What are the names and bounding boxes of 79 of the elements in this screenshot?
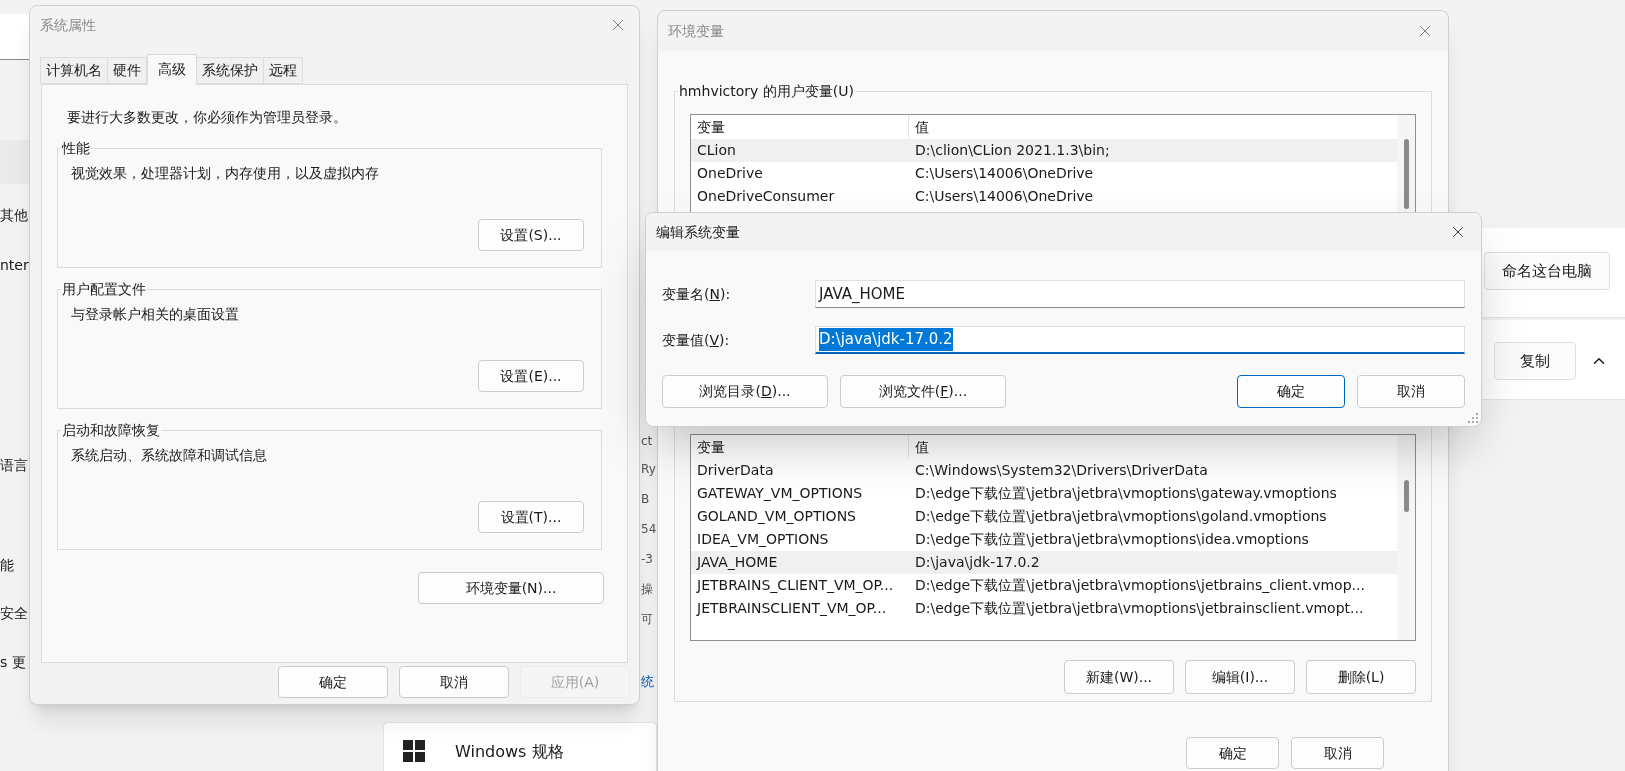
column-header[interactable]: 值 (909, 115, 1397, 139)
variable-value: D:\edge下载位置\jetbra\jetbra\vmoptions\idea.vmoptions (914, 530, 1310, 549)
spec-text: -3 (641, 551, 653, 568)
copy-button[interactable]: 复制 (1494, 342, 1576, 380)
dialog-button[interactable]: 确定 (278, 666, 388, 698)
resize-grip-icon[interactable] (1468, 413, 1478, 423)
settings-button[interactable]: 设置(S)... (478, 219, 584, 251)
group-description: 与登录帐户相关的桌面设置 (71, 305, 240, 324)
sidebar-text: s 更 (0, 653, 26, 672)
field-label: 变量名(N): (662, 284, 732, 304)
group-title: hmhvictory 的用户变量(U) (678, 81, 855, 101)
variable-row[interactable]: JAVA_HOME D:\java\jdk-17.0.2 (691, 551, 1397, 574)
variable-name: GOLAND_VM_OPTIONS (696, 507, 857, 526)
link-text[interactable]: 统 (641, 672, 654, 692)
input-field[interactable]: D:\java\jdk-17.0.2 (815, 326, 1465, 354)
scrollbar[interactable] (1397, 435, 1415, 640)
spec-text: B (641, 491, 650, 508)
spec-card-title: Windows 规格 (455, 741, 564, 763)
tab[interactable]: 高级 (147, 54, 197, 85)
variable-name: IDEA_VM_OPTIONS (696, 530, 830, 549)
variable-row[interactable]: CLion D:\clion\CLion 2021.1.3\bin; (691, 139, 1397, 162)
group-title: 性能 (61, 138, 91, 158)
variable-value: D:\edge下载位置\jetbra\jetbra\vmoptions\jetbrains_client.vmop... (914, 576, 1366, 595)
variable-value: C:\Windows\System32\Drivers\DriverData (914, 461, 1209, 480)
settings-button[interactable]: 设置(E)... (478, 360, 584, 392)
field-label: 变量值(V): (662, 330, 731, 350)
variable-name: JAVA_HOME (695, 553, 779, 572)
sidebar-text: 能 (0, 556, 14, 575)
variable-value: D:\edge下载位置\jetbra\jetbra\vmoptions\jetbrainsclient.vmopt... (914, 599, 1365, 618)
group-description: 视觉效果，处理器计划，内存使用，以及虚拟内存 (71, 164, 380, 183)
list-action-button[interactable]: 删除(L) (1306, 660, 1416, 694)
sidebar-text: 安全 (0, 604, 28, 623)
variable-name: CLion (696, 141, 737, 160)
variable-name: OneDrive (696, 164, 764, 183)
tab[interactable]: 远程 (263, 57, 303, 84)
spec-text: 操 (641, 581, 653, 598)
input-field[interactable]: JAVA_HOME (815, 280, 1465, 308)
list-action-button[interactable]: 新建(W)... (1064, 660, 1174, 694)
settings-button[interactable]: 设置(T)... (478, 501, 584, 533)
tab[interactable]: 系统保护 (196, 57, 264, 84)
dialog-button[interactable]: 取消 (399, 666, 509, 698)
tab[interactable]: 硬件 (107, 57, 147, 84)
window-title: 系统属性 (40, 15, 96, 35)
sidebar-text: 语言 (0, 456, 28, 475)
group-title: 启动和故障恢复 (61, 420, 161, 440)
spec-text: ct (641, 433, 653, 450)
windows-logo-icon (403, 740, 425, 762)
variable-name: JETBRAINSCLIENT_VM_OP... (695, 599, 888, 618)
variable-name: JETBRAINS_CLIENT_VM_OP... (695, 576, 895, 595)
variable-name: DriverData (696, 461, 775, 480)
group-description: 系统启动、系统故障和调试信息 (71, 446, 268, 465)
spec-text: 可 (641, 611, 653, 628)
dialog-button[interactable]: 确定 (1186, 737, 1279, 769)
variable-value: C:\Users\14006\OneDrive (914, 164, 1095, 183)
spec-text: 54 (641, 521, 657, 538)
dialog-button[interactable]: 确定 (1237, 375, 1345, 408)
spec-text: Ry (641, 461, 656, 478)
dialog-button[interactable]: 取消 (1357, 375, 1465, 408)
variable-value: C:\Users\14006\OneDrive (914, 187, 1095, 206)
window-title: 环境变量 (668, 21, 724, 41)
rename-button[interactable]: 命名这台电脑 (1484, 252, 1610, 290)
variable-name: OneDriveConsumer (696, 187, 836, 206)
variable-value: D:\edge下载位置\jetbra\jetbra\vmoptions\gateway.vmoptions (914, 484, 1338, 503)
variable-value: D:\edge下载位置\jetbra\jetbra\vmoptions\goland.vmoptions (914, 507, 1328, 526)
list-action-button[interactable]: 编辑(I)... (1185, 660, 1295, 694)
dialog-button[interactable]: 浏览文件(F)... (840, 375, 1006, 408)
sidebar-text: 其他 (0, 206, 28, 225)
variable-value: D:\java\jdk-17.0.2 (914, 553, 1041, 572)
tab[interactable]: 计算机名 (40, 57, 108, 84)
dialog-title: 编辑系统变量 (656, 222, 740, 242)
dialog-button[interactable]: 取消 (1291, 737, 1384, 769)
column-header[interactable]: 值 (909, 435, 1397, 459)
sidebar-text: nter (0, 256, 29, 275)
group-title: 用户配置文件 (61, 279, 147, 299)
admin-note: 要进行大多数更改，你必须作为管理员登录。 (67, 108, 348, 127)
environment-variables-button[interactable]: 环境变量(N)... (418, 572, 604, 604)
variable-name: GATEWAY_VM_OPTIONS (696, 484, 864, 503)
variable-value: D:\clion\CLion 2021.1.3\bin; (914, 141, 1111, 160)
dialog-button[interactable]: 浏览目录(D)... (662, 375, 828, 408)
